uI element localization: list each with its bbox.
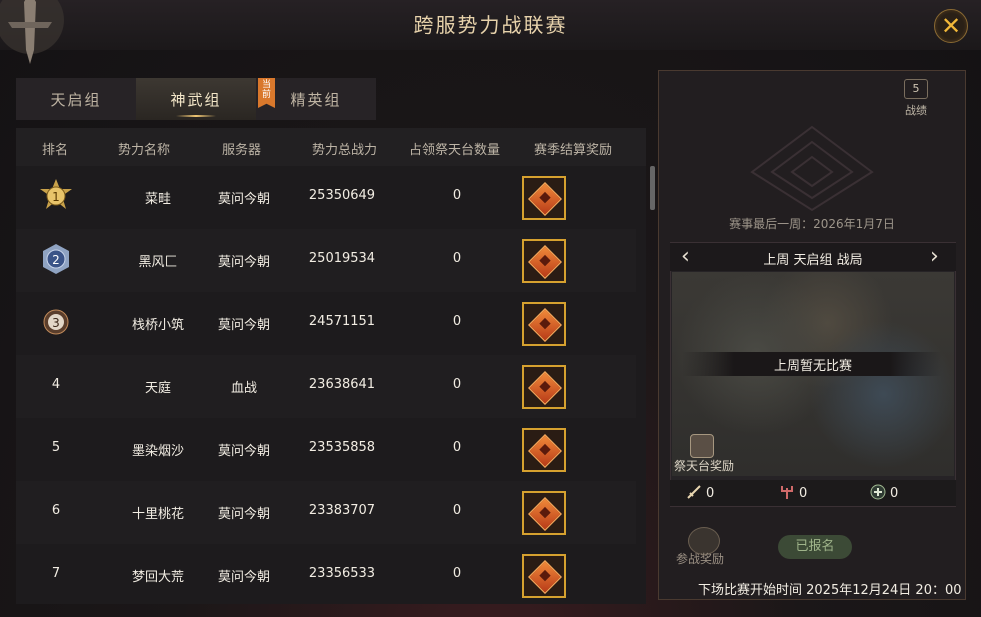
faction-name: 天庭 xyxy=(144,381,171,396)
stat-value: 0 xyxy=(706,486,715,501)
last-week-date: 赛事最后一周：2026年1月7日 xyxy=(729,217,895,231)
reward-gem-icon xyxy=(528,371,562,405)
close-button[interactable]: ✕ xyxy=(934,9,968,43)
faction-name: 梦回大荒 xyxy=(131,570,184,585)
rank-number: 4 xyxy=(51,377,61,392)
rank-number: 3 xyxy=(52,316,60,330)
stat-value: 0 xyxy=(890,486,899,501)
total-power: 24571151 xyxy=(308,314,376,329)
server-name: 血战 xyxy=(230,381,257,396)
scrollbar[interactable] xyxy=(650,166,655,210)
tab-tianqi[interactable]: 天启组 xyxy=(16,78,136,120)
server-name: 莫问今朝 xyxy=(217,255,270,270)
faction-name: 栈桥小筑 xyxy=(131,318,184,333)
silver-medal-icon: 2 xyxy=(43,244,69,274)
table-row: 1 菜畦 莫问今朝 25350649 0 xyxy=(16,166,636,229)
chest-icon[interactable] xyxy=(690,434,714,458)
trident-icon xyxy=(781,486,793,499)
header-name: 势力名称 xyxy=(118,143,171,158)
faction-name: 墨染烟沙 xyxy=(131,444,184,459)
header-altars: 占领祭天台数量 xyxy=(409,143,501,158)
season-reward-button[interactable] xyxy=(522,302,566,346)
reward-gem-icon xyxy=(528,182,562,216)
rank-number: 2 xyxy=(52,253,60,267)
pattern-decoration-icon xyxy=(750,125,874,212)
stat-heal: 0 xyxy=(870,484,898,501)
scroll-icon: 5 xyxy=(904,79,928,99)
heal-icon xyxy=(870,484,886,500)
header-rank: 排名 xyxy=(42,143,69,158)
rank-number: 6 xyxy=(51,503,61,518)
altar-reward-label[interactable]: 祭天台奖励 xyxy=(674,457,734,474)
altar-count: 0 xyxy=(452,440,462,455)
current-badge: 当前 xyxy=(258,78,275,108)
rank-number: 5 xyxy=(51,440,61,455)
altar-count: 0 xyxy=(452,377,462,392)
header-server: 服务器 xyxy=(222,143,262,158)
total-power: 23638641 xyxy=(308,377,376,392)
total-power: 25350649 xyxy=(308,188,376,203)
faction-name: 十里桃花 xyxy=(131,507,184,522)
server-name: 莫问今朝 xyxy=(217,318,270,333)
table-row: 3 栈桥小筑 莫问今朝 24571151 0 xyxy=(16,292,636,355)
total-power: 25019534 xyxy=(308,251,376,266)
server-name: 莫问今朝 xyxy=(217,507,270,522)
table-header: 排名 势力名称 服务器 势力总战力 占领祭天台数量 赛季结算奖励 xyxy=(16,128,646,166)
tab-shenwu[interactable]: 神武组 xyxy=(136,78,256,120)
reward-gem-icon xyxy=(528,308,562,342)
faction-name: 菜畦 xyxy=(144,192,171,207)
header-reward: 赛季结算奖励 xyxy=(534,143,613,158)
rank-number: 1 xyxy=(52,190,60,204)
reward-gem-icon xyxy=(528,560,562,594)
altar-count: 0 xyxy=(452,188,462,203)
season-reward-button[interactable] xyxy=(522,491,566,535)
next-match-time: 下场比赛开始时间 2025年12月24日 20：00 xyxy=(698,583,962,598)
season-reward-button[interactable] xyxy=(522,239,566,283)
total-power: 23535858 xyxy=(308,440,376,455)
stat-sword: 0 xyxy=(686,484,714,501)
gold-medal-icon: 1 xyxy=(40,179,72,209)
table-row: 4 天庭 血战 23638641 0 xyxy=(16,355,636,418)
no-match-text: 上周暂无比赛 xyxy=(773,359,852,374)
season-reward-button[interactable] xyxy=(522,554,566,598)
faction-name: 黑风匚 xyxy=(138,255,178,270)
server-name: 莫问今朝 xyxy=(217,570,270,585)
record-label: 战绩 xyxy=(905,104,927,117)
ranking-table: 排名 势力名称 服务器 势力总战力 占领祭天台数量 赛季结算奖励 1 菜畦 莫问… xyxy=(16,128,655,607)
altar-count: 0 xyxy=(452,566,462,581)
group-tabs: 天启组 神武组 精英组 xyxy=(16,78,376,120)
season-reward-button[interactable] xyxy=(522,176,566,220)
map-title: 上周 天启组 战局 xyxy=(763,253,863,268)
signed-up-button[interactable]: 已报名 xyxy=(778,535,852,559)
table-row: 2 黑风匚 莫问今朝 25019534 0 xyxy=(16,229,636,292)
stat-trident: 0 xyxy=(779,484,807,501)
stat-value: 0 xyxy=(799,486,808,501)
record-button[interactable]: 5 战绩 xyxy=(901,79,931,117)
reward-gem-icon xyxy=(528,245,562,279)
window-title: 跨服势力战联赛 xyxy=(413,13,568,37)
reward-gem-icon xyxy=(528,497,562,531)
total-power: 23383707 xyxy=(308,503,376,518)
table-row: 5 墨染烟沙 莫问今朝 23535858 0 xyxy=(16,418,636,481)
season-reward-button[interactable] xyxy=(522,365,566,409)
rank-number: 7 xyxy=(51,566,61,581)
reward-gem-icon xyxy=(528,434,562,468)
season-reward-button[interactable] xyxy=(522,428,566,472)
sword-icon xyxy=(687,485,701,499)
next-arrow-icon[interactable]: › xyxy=(930,244,939,269)
altar-count: 0 xyxy=(452,251,462,266)
altar-count: 0 xyxy=(452,503,462,518)
table-row: 7 梦回大荒 莫问今朝 23356533 0 xyxy=(16,544,636,607)
join-reward-label[interactable]: 参战奖励 xyxy=(676,550,724,567)
total-power: 23356533 xyxy=(308,566,376,581)
bronze-medal-icon: 3 xyxy=(43,309,69,335)
altar-count: 0 xyxy=(452,314,462,329)
table-row: 6 十里桃花 莫问今朝 23383707 0 xyxy=(16,481,636,544)
header-power: 势力总战力 xyxy=(312,143,378,158)
server-name: 莫问今朝 xyxy=(217,192,270,207)
server-name: 莫问今朝 xyxy=(217,444,270,459)
